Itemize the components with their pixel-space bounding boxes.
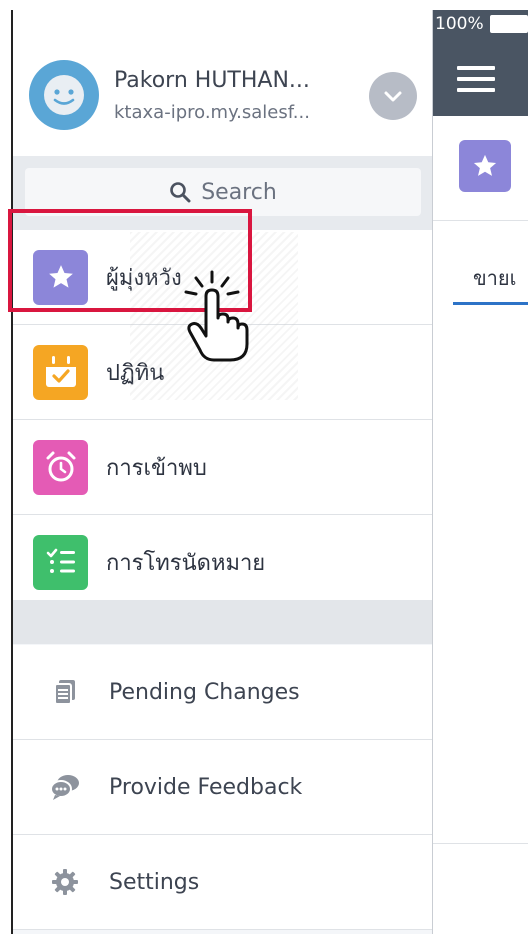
tab-active[interactable]: ขายเ	[473, 262, 528, 294]
main-content: 100% ขายเ	[432, 10, 528, 934]
alarm-clock-icon	[33, 439, 88, 495]
checklist-icon	[33, 534, 88, 590]
status-bar: 100%	[433, 10, 528, 38]
search-icon	[170, 182, 191, 203]
battery-percent: 100%	[435, 14, 484, 34]
search-placeholder: Search	[201, 179, 277, 205]
pending-changes-item[interactable]: Pending Changes	[13, 645, 434, 740]
nav-item-appointments[interactable]: การเข้าพบ	[13, 420, 434, 515]
gear-icon	[45, 862, 85, 902]
divider	[433, 220, 528, 221]
calendar-icon	[33, 344, 88, 400]
divider	[433, 843, 528, 844]
tap-hand-icon	[176, 268, 252, 368]
app-header	[433, 38, 528, 116]
util-item-label: Settings	[109, 869, 200, 895]
chevron-down-icon	[384, 91, 402, 102]
nav-item-calls[interactable]: การโทรนัดหมาย	[13, 515, 434, 610]
nav-item-label: การเข้าพบ	[106, 455, 207, 481]
smiley-icon	[44, 75, 84, 115]
profile-header[interactable]: Pakorn HUTHAN... ktaxa-ipro.my.salesf...	[13, 10, 434, 156]
screen: Pakorn HUTHAN... ktaxa-ipro.my.salesf...…	[0, 0, 528, 934]
section-divider	[13, 600, 434, 644]
account-switcher-button[interactable]	[369, 72, 417, 120]
avatar	[29, 60, 99, 130]
settings-item[interactable]: Settings	[13, 835, 434, 930]
star-icon	[459, 140, 511, 192]
nav-item-label: การโทรนัดหมาย	[106, 550, 266, 576]
util-item-label: Pending Changes	[109, 679, 300, 705]
battery-icon	[489, 15, 528, 33]
tab-underline	[453, 302, 528, 305]
navigation-drawer: Pakorn HUTHAN... ktaxa-ipro.my.salesf...…	[11, 10, 434, 934]
documents-icon	[45, 672, 85, 712]
provide-feedback-item[interactable]: Provide Feedback	[13, 740, 434, 835]
user-name: Pakorn HUTHAN...	[114, 68, 310, 93]
menu-icon[interactable]	[457, 66, 495, 99]
util-item-label: Provide Feedback	[109, 774, 303, 800]
user-org: ktaxa-ipro.my.salesf...	[114, 102, 310, 123]
chat-bubbles-icon	[45, 767, 85, 807]
